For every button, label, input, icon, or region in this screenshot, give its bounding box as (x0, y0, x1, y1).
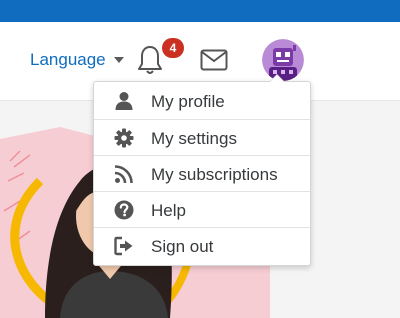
menu-item-my-subscriptions[interactable]: My subscriptions (94, 155, 310, 192)
menu-item-label: My profile (151, 92, 225, 111)
menu-item-my-profile[interactable]: My profile (94, 83, 310, 119)
rss-icon (114, 165, 133, 184)
menu-item-help[interactable]: Help (94, 191, 310, 228)
envelope-icon[interactable] (200, 49, 228, 71)
menu-item-label: My subscriptions (151, 165, 278, 184)
sign-out-icon (114, 236, 133, 256)
menu-item-my-settings[interactable]: My settings (94, 119, 310, 156)
menu-item-label: Sign out (151, 237, 214, 256)
gear-icon (114, 128, 134, 148)
question-circle-icon (114, 200, 134, 220)
language-menu-button[interactable]: Language (30, 50, 106, 70)
menu-item-label: Help (151, 201, 186, 220)
menu-item-sign-out[interactable]: Sign out (94, 227, 310, 264)
user-icon (115, 92, 133, 110)
user-dropdown-menu: My profile My settings My subscriptions (93, 74, 311, 266)
top-brand-bar (0, 0, 400, 22)
notification-count-badge[interactable]: 4 (162, 38, 184, 58)
menu-item-label: My settings (151, 129, 237, 148)
caret-down-icon[interactable] (114, 57, 124, 63)
bell-icon[interactable] (137, 45, 163, 75)
